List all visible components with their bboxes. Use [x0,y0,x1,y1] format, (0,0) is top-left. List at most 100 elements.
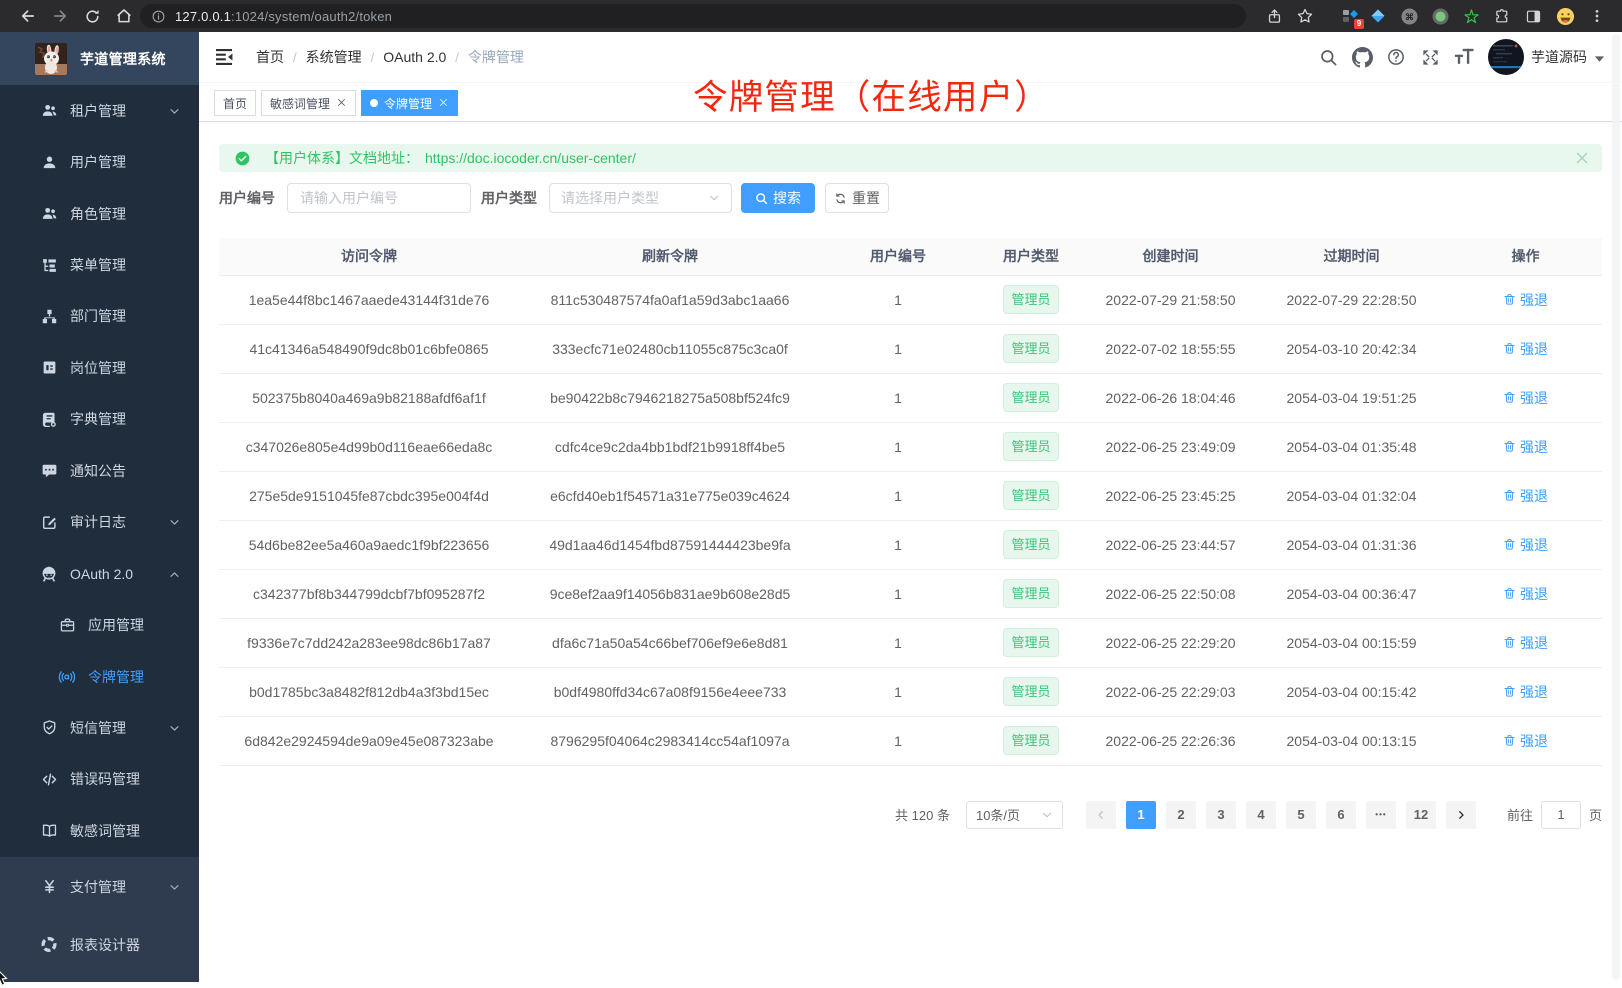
page-button-1[interactable]: 1 [1126,801,1156,829]
next-page-button[interactable] [1446,801,1476,829]
page-button-5[interactable]: 5 [1286,801,1316,829]
sidebar-item-2[interactable]: 角色管理 [0,188,199,239]
search-icon[interactable] [1317,46,1339,68]
sms-icon [40,719,58,737]
page-button-3[interactable]: 3 [1206,801,1236,829]
reset-button[interactable]: 重置 [825,183,889,213]
site-info-icon[interactable] [151,9,166,24]
extension-command-icon[interactable]: ⌘ [1397,5,1421,27]
force-logout-button[interactable]: 强退 [1503,486,1548,506]
force-logout-button[interactable]: 强退 [1503,290,1548,310]
user-menu[interactable]: 芋道源码 [1488,39,1605,75]
sidebar-item-4[interactable]: 部门管理 [0,291,199,342]
user-type-badge: 管理员 [1003,579,1058,608]
force-logout-button[interactable]: 强退 [1503,633,1548,653]
close-icon[interactable] [337,98,347,108]
force-logout-button[interactable]: 强退 [1503,437,1548,457]
browser-home-icon[interactable] [114,6,134,26]
browser-menu-icon[interactable] [1588,5,1606,27]
browser-back-icon[interactable] [18,6,38,26]
extension-diamond-icon[interactable] [1366,5,1390,27]
column-header: 创建时间 [1087,238,1254,275]
sidebar-item-3[interactable]: 菜单管理 [0,239,199,290]
force-logout-button[interactable]: 强退 [1503,682,1548,702]
browser-reload-icon[interactable] [82,6,102,26]
help-icon[interactable] [1385,46,1407,68]
extension-green-dot-icon[interactable] [1428,5,1452,27]
sidebar-item-15[interactable]: 支付管理 [0,861,199,913]
page-content: 【用户体系】文档地址： https://doc.iocoder.cn/user-… [199,122,1622,829]
page-size-select[interactable]: 10条/页 [966,801,1063,829]
force-logout-label: 强退 [1520,388,1548,408]
force-logout-button[interactable]: 强退 [1503,388,1548,408]
cell-action: 强退 [1449,716,1602,765]
sidebar-item-5[interactable]: 岗位管理 [0,342,199,393]
tab-0[interactable]: 首页 [214,90,256,116]
table-row: c347026e805e4d99b0d116eae66eda8ccdfc4ce9… [219,422,1602,471]
fullscreen-icon[interactable] [1419,46,1441,68]
force-logout-button[interactable]: 强退 [1503,535,1548,555]
profile-emoji-icon[interactable] [1553,5,1577,27]
browser-forward-icon[interactable] [50,6,70,26]
alert-link[interactable]: https://doc.iocoder.cn/user-center/ [425,150,636,166]
sidebar-item-6[interactable]: 字典管理 [0,394,199,445]
page-scrollbar[interactable] [1612,34,1620,980]
user-type-select[interactable]: 请选择用户类型 [549,183,732,213]
sidebar-item-13[interactable]: 错误码管理 [0,754,199,805]
sidebar-item-1[interactable]: 用户管理 [0,136,199,187]
page-button-4[interactable]: 4 [1246,801,1276,829]
sidebar-fold-icon[interactable] [215,49,233,65]
sidebar-item-16[interactable]: 报表设计器 [0,919,199,971]
sidebar-item-7[interactable]: 通知公告 [0,445,199,496]
alert-close-icon[interactable] [1576,152,1588,164]
extension-star-icon[interactable] [1459,5,1483,27]
force-logout-button[interactable]: 强退 [1503,584,1548,604]
breadcrumb-item[interactable]: 系统管理 [306,47,362,67]
cell-refresh-token: 333ecfc71e02480cb11055c875c3ca0f [519,324,821,373]
sidebar-item-8[interactable]: 审计日志 [0,497,199,548]
cell-user-type: 管理员 [975,324,1087,373]
close-icon[interactable] [439,98,449,108]
cell-user-id: 1 [821,520,975,569]
sidebar-item-0[interactable]: 租户管理 [0,85,199,136]
page-button-12[interactable]: 12 [1406,801,1436,829]
cell-action: 强退 [1449,324,1602,373]
sidebar-item-9[interactable]: OAuth 2.0 [0,548,199,599]
page-button-2[interactable]: 2 [1166,801,1196,829]
force-logout-button[interactable]: 强退 [1503,339,1548,359]
tab-1[interactable]: 敏感词管理 [261,90,356,116]
sidebar-item-12[interactable]: 短信管理 [0,702,199,753]
breadcrumb-item[interactable]: 首页 [256,47,284,67]
breadcrumb-item[interactable]: OAuth 2.0 [383,49,446,65]
search-button[interactable]: 搜索 [741,183,815,213]
tab-2[interactable]: 令牌管理 [361,90,458,116]
prev-page-button[interactable] [1086,801,1116,829]
github-icon[interactable] [1351,46,1373,68]
extension-stats-icon[interactable]: 9 [1338,5,1362,27]
force-logout-label: 强退 [1520,584,1548,604]
sidebar-item-11[interactable]: 令牌管理 [0,651,199,702]
share-icon[interactable] [1262,5,1286,27]
page-button-6[interactable]: 6 [1326,801,1356,829]
sidebar-item-10[interactable]: 应用管理 [0,599,199,650]
sidebar-item-label: 租户管理 [70,101,126,121]
cell-access-token: 275e5de9151045fe87cbdc395e004f4d [219,471,519,520]
cell-user-type: 管理员 [975,716,1087,765]
browser-chrome: 127.0.0.1:1024/system/oauth2/token 9 ⌘ [0,0,1622,32]
sidebar-item-14[interactable]: 敏感词管理 [0,805,199,856]
goto-input[interactable] [1541,801,1581,829]
force-logout-button[interactable]: 强退 [1503,731,1548,751]
side-panel-icon[interactable] [1521,5,1545,27]
app-logo[interactable]: 芋道管理系统 [0,32,199,85]
search-small-icon [755,192,768,205]
more-pages-button[interactable]: ••• [1366,801,1396,829]
user-id-input[interactable] [287,183,471,213]
bookmark-star-icon[interactable] [1293,5,1317,27]
force-logout-label: 强退 [1520,437,1548,457]
extensions-puzzle-icon[interactable] [1490,5,1514,27]
user-type-badge: 管理员 [1003,530,1058,559]
user-type-badge: 管理员 [1003,285,1058,314]
font-size-icon[interactable] [1453,46,1475,68]
cell-created: 2022-07-29 21:58:50 [1087,275,1254,324]
address-bar[interactable]: 127.0.0.1:1024/system/oauth2/token [140,4,1246,28]
